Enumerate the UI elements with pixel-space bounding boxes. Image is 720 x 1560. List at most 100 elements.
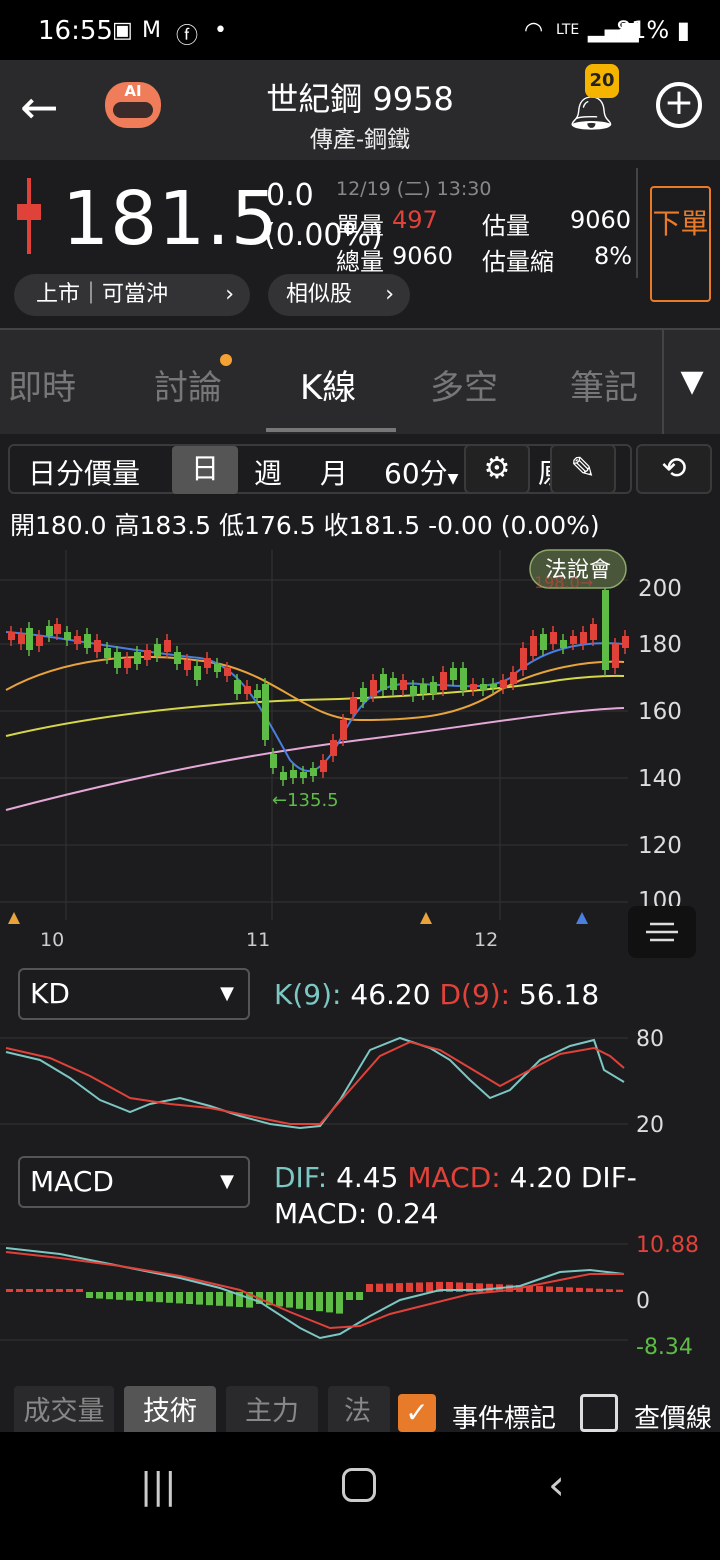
candle-body — [300, 772, 307, 778]
tab-major[interactable]: 主力 — [226, 1386, 318, 1438]
macd-histogram-bar — [16, 1289, 23, 1292]
macd-tick: -8.34 — [636, 1335, 693, 1360]
macd-histogram-bar — [196, 1292, 203, 1305]
gear-icon[interactable]: ⚙ — [464, 444, 530, 494]
candle-body — [360, 688, 367, 702]
macd-histogram-bar — [66, 1289, 73, 1292]
market-status-pill[interactable]: 上市｜可當沖 › — [14, 274, 250, 316]
macd-histogram-bar — [96, 1292, 103, 1299]
battery-level: 81% ▮ — [615, 16, 690, 44]
period-day[interactable]: 日 — [172, 446, 238, 494]
macd-histogram-bar — [206, 1292, 213, 1306]
chevron-right-icon: › — [385, 282, 394, 307]
price-change: 0.0 — [266, 178, 314, 213]
candle-body — [84, 634, 91, 648]
tab-kline[interactable]: K線 — [300, 360, 356, 409]
add-watchlist-icon[interactable]: + — [656, 82, 702, 128]
candle-body — [46, 626, 53, 636]
candle-body — [430, 682, 437, 694]
candle-body — [74, 636, 81, 644]
macd-histogram-bar — [166, 1292, 173, 1303]
candle-body — [64, 632, 71, 640]
macd-histogram-bar — [606, 1289, 613, 1292]
est-volume: 9060 — [570, 206, 632, 234]
macd-histogram-bar — [406, 1282, 413, 1292]
candle-body — [530, 636, 537, 656]
candle-body — [560, 640, 567, 648]
macd-histogram-bar — [596, 1288, 603, 1292]
similar-stocks-pill[interactable]: 相似股 › — [268, 274, 410, 316]
divider — [636, 168, 638, 278]
macd-histogram-bar — [176, 1292, 183, 1304]
home-icon[interactable] — [342, 1468, 376, 1502]
recent-apps-icon[interactable]: ||| — [140, 1466, 176, 1507]
single-volume-label: 單量 — [336, 212, 384, 240]
macd-histogram-bar — [376, 1283, 383, 1292]
order-button[interactable]: 下單 — [650, 186, 711, 302]
price-line-checkbox[interactable] — [580, 1394, 618, 1432]
system-nav-bar: ||| ‹ — [0, 1432, 720, 1560]
volte-icon: LTE — [556, 22, 580, 38]
rotate-screen-icon[interactable]: ⟲ — [636, 444, 712, 494]
tab-technical[interactable]: 技術 — [124, 1386, 216, 1438]
candle-body — [194, 666, 201, 680]
current-price: 181.5 — [62, 176, 279, 262]
status-bar: 16:55 ▣ M ⓕ • ◠ LTE ▂▄▆ 81% ▮ — [0, 0, 720, 60]
y-tick: 200 — [638, 576, 682, 602]
period-60min[interactable]: 60分▼ — [384, 452, 458, 492]
candle-body — [310, 768, 317, 776]
macd-selector[interactable]: MACD ▼ — [18, 1156, 250, 1208]
candle-body — [420, 684, 427, 694]
candle-body — [410, 686, 417, 696]
macd-histogram-bar — [126, 1292, 133, 1301]
candle-body — [550, 632, 557, 644]
quote-datetime: 12/19 (二) 13:30 — [336, 178, 492, 200]
candle-body — [330, 740, 337, 756]
kd-selector[interactable]: KD ▼ — [18, 968, 250, 1020]
macd-tick: 0 — [636, 1289, 650, 1314]
candle-icon — [17, 178, 41, 254]
app-header: ← AI 世紀鋼 9958 傳產-鋼鐵 🔔︎ 20 + — [0, 60, 720, 160]
tab-institutional[interactable]: 法人 — [328, 1386, 390, 1438]
candle-body — [590, 624, 597, 640]
macd-histogram-bar — [36, 1289, 43, 1292]
kline-chart[interactable]: 法說會 198.0→ ←135.5 200 180 160 140 120 10… — [0, 540, 720, 960]
candle-body — [144, 650, 151, 660]
candle-body — [540, 634, 547, 650]
candle-body — [500, 680, 507, 688]
candle-body — [370, 680, 377, 696]
tab-volume[interactable]: 成交量 — [14, 1386, 114, 1438]
macd-histogram-bar — [186, 1292, 193, 1304]
tab-bull-bear[interactable]: 多空 — [430, 360, 498, 409]
candle-body — [602, 590, 609, 670]
back-nav-icon[interactable]: ‹ — [548, 1460, 565, 1509]
candle-body — [390, 678, 397, 690]
candle-body — [154, 644, 161, 656]
candle-body — [114, 652, 121, 668]
period-toolbar: 日分價量 日 週 月 60分▼ 原 — [8, 444, 632, 494]
period-intraday-volume[interactable]: 日分價量 — [28, 452, 140, 492]
candle-body — [570, 636, 577, 644]
candle-body — [510, 672, 517, 684]
est-shrink: 8% — [594, 242, 633, 270]
period-week[interactable]: 週 — [254, 452, 282, 492]
tab-realtime[interactable]: 即時 — [8, 360, 76, 409]
macd-histogram-bar — [546, 1286, 553, 1292]
tab-notes[interactable]: 筆記 — [570, 360, 638, 409]
dropdown-triangle-icon[interactable]: ▼ — [662, 330, 720, 434]
macd-histogram-bar — [156, 1292, 163, 1303]
candle-body — [290, 770, 297, 778]
draw-pen-icon[interactable]: ✎ — [550, 444, 616, 494]
candle-body — [490, 684, 497, 688]
macd-histogram-bar — [356, 1292, 363, 1300]
more-dot-icon: • — [214, 18, 227, 43]
candle-body — [104, 648, 111, 658]
tab-discussion[interactable]: 討論 — [154, 360, 222, 409]
gallery-icon: ▣ — [112, 18, 133, 43]
event-mark-checkbox[interactable]: ✓ — [398, 1394, 436, 1432]
candle-body — [340, 720, 347, 740]
candle-body — [184, 660, 191, 670]
candle-body — [36, 636, 43, 646]
period-month[interactable]: 月 — [320, 452, 348, 492]
candle-body — [480, 684, 487, 690]
